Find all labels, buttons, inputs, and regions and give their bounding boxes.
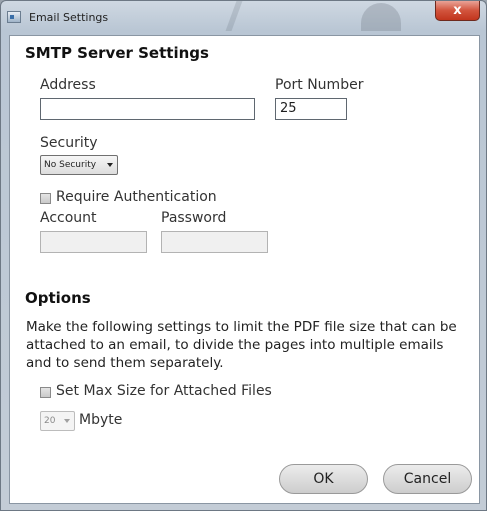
mbyte-unit-label: Mbyte bbox=[79, 412, 123, 428]
dialog-content: SMTP Server Settings Address Port Number… bbox=[9, 35, 480, 504]
cancel-button[interactable]: Cancel bbox=[383, 464, 472, 494]
window-title: Email Settings bbox=[29, 11, 109, 24]
window-icon bbox=[7, 11, 21, 23]
max-size-select[interactable]: 20 bbox=[40, 411, 75, 431]
email-settings-dialog: Email Settings x SMTP Server Settings Ad… bbox=[0, 0, 487, 511]
security-select-value: No Security bbox=[44, 160, 97, 170]
options-heading: Options bbox=[25, 289, 91, 307]
chevron-down-icon bbox=[64, 419, 70, 423]
close-button[interactable]: x bbox=[435, 1, 480, 21]
password-label: Password bbox=[161, 210, 227, 226]
chevron-down-icon bbox=[107, 163, 113, 167]
address-input[interactable] bbox=[40, 98, 255, 120]
password-input[interactable] bbox=[161, 231, 268, 253]
max-size-label[interactable]: Set Max Size for Attached Files bbox=[56, 383, 272, 399]
titlebar-decoration bbox=[225, 1, 313, 31]
smtp-heading: SMTP Server Settings bbox=[25, 44, 209, 62]
title-bar[interactable]: Email Settings x bbox=[1, 1, 486, 35]
port-label: Port Number bbox=[275, 77, 364, 93]
address-label: Address bbox=[40, 77, 96, 93]
max-size-checkbox[interactable] bbox=[40, 387, 51, 398]
account-input[interactable] bbox=[40, 231, 147, 253]
titlebar-decoration-2 bbox=[361, 3, 401, 31]
close-icon: x bbox=[453, 3, 462, 18]
port-input[interactable]: 25 bbox=[275, 98, 347, 120]
security-label: Security bbox=[40, 135, 98, 151]
account-label: Account bbox=[40, 210, 97, 226]
ok-button[interactable]: OK bbox=[279, 464, 368, 494]
max-size-select-value: 20 bbox=[44, 416, 56, 426]
require-auth-label[interactable]: Require Authentication bbox=[56, 189, 217, 205]
options-description: Make the following settings to limit the… bbox=[26, 319, 457, 371]
require-auth-checkbox[interactable] bbox=[40, 193, 51, 204]
security-select[interactable]: No Security bbox=[40, 155, 118, 175]
